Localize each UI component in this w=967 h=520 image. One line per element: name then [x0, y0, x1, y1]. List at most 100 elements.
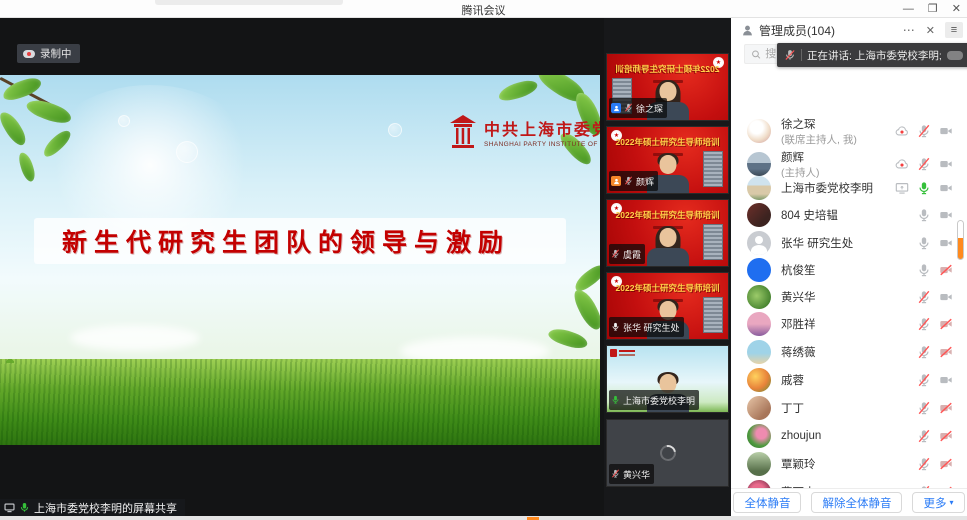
participant-row[interactable]: 邓胜祥: [731, 310, 967, 337]
video-filmstrip: ★2022年硕士研究生导师培训 徐之琛★2022年硕士研究生导师培训 颜辉★20…: [604, 18, 731, 516]
camera-off-icon[interactable]: [939, 401, 953, 415]
mic-muted-icon: [611, 465, 620, 483]
mic-muted-icon[interactable]: [917, 157, 931, 171]
participant-name: 804 史培韫: [781, 207, 917, 223]
participant-name: 覃颖玲: [781, 456, 917, 472]
mic-muted-icon[interactable]: [917, 290, 931, 304]
leaf: [547, 325, 590, 353]
video-thumbnail[interactable]: 黄兴华: [606, 419, 729, 487]
mic-icon[interactable]: [917, 236, 931, 250]
participant-row[interactable]: 黄兴华: [731, 283, 967, 310]
avatar: [747, 368, 771, 392]
camera-off-icon[interactable]: [939, 263, 953, 277]
avatar: [747, 119, 771, 143]
mic-muted-icon[interactable]: [917, 124, 931, 138]
mic-active-icon: [611, 391, 620, 409]
mic-icon[interactable]: [917, 263, 931, 277]
mic-muted-icon[interactable]: [917, 457, 931, 471]
participant-name: 张华 研究生处: [781, 235, 917, 251]
maximize-button[interactable]: ❐: [928, 0, 938, 18]
mini-school-logo: [610, 349, 636, 357]
participant-video-figure: [640, 226, 696, 266]
presentation-slide: 中共上海市委党校 SHANGHAI PARTY INSTITUTE OF CCP…: [0, 75, 600, 445]
camera-icon[interactable]: [939, 181, 953, 195]
camera-icon[interactable]: [939, 290, 953, 304]
thumbnail-name-label: 张华 研究生处: [609, 317, 684, 337]
avatar: [747, 231, 771, 255]
participant-row[interactable]: 804 史培韫: [731, 201, 967, 228]
camera-icon[interactable]: [939, 208, 953, 222]
screen-share-banner: 上海市委党校李明的屏幕共享: [0, 499, 185, 516]
thumbnail-participant-name: 虞霞: [623, 248, 641, 261]
participant-row[interactable]: 曹丽杰: [731, 478, 967, 488]
more-button[interactable]: 更多▾: [912, 492, 964, 513]
camera-icon[interactable]: [939, 157, 953, 171]
speaking-toast: 正在讲话: 上海市委党校李明;: [777, 43, 967, 67]
thumbnail-name-label: 上海市委党校李明: [609, 390, 699, 410]
unmute-all-button[interactable]: 解除全体静音: [811, 492, 902, 513]
panel-close-icon[interactable]: ✕: [926, 24, 935, 37]
participant-row[interactable]: zhoujun: [731, 422, 967, 449]
participant-name: 上海市委党校李明: [781, 180, 895, 196]
participant-row[interactable]: 丁丁: [731, 394, 967, 421]
camera-icon[interactable]: [939, 236, 953, 250]
camera-icon[interactable]: [939, 124, 953, 138]
participant-row[interactable]: 杭俊笙: [731, 256, 967, 283]
participant-row[interactable]: 覃颖玲: [731, 450, 967, 477]
window-title: 腾讯会议: [0, 2, 967, 18]
mic-muted-icon: [624, 172, 633, 190]
screen-share-stage: 录制中: [0, 18, 604, 516]
mic-muted-icon[interactable]: [917, 401, 931, 415]
cloud-shape: [70, 325, 200, 351]
video-thumbnail[interactable]: ★2022年硕士研究生导师培训 徐之琛: [606, 53, 729, 121]
mic-icon: [611, 318, 620, 336]
avatar: [747, 396, 771, 420]
mic-muted-icon: [611, 245, 620, 263]
panel-layout-icon[interactable]: ≡: [945, 22, 963, 38]
thumbnail-slide-text: 2022年硕士研究生导师培训: [609, 136, 726, 148]
mic-active-icon[interactable]: [917, 181, 931, 195]
window-bottom-edge: [0, 516, 967, 520]
slide-title-band: 新生代研究生团队的领导与激励: [34, 218, 566, 264]
participant-row[interactable]: 徐之琛(联席主持人, 我): [731, 114, 967, 148]
participant-name: 戚蓉: [781, 372, 917, 388]
recording-badge: 录制中: [17, 44, 80, 63]
mic-muted-icon[interactable]: [917, 373, 931, 387]
participant-row[interactable]: 戚蓉: [731, 366, 967, 393]
video-thumbnail[interactable]: ★2022年硕士研究生导师培训 张华 研究生处: [606, 272, 729, 340]
camera-off-icon[interactable]: [939, 457, 953, 471]
thumbnail-participant-name: 颜辉: [636, 175, 654, 188]
camera-off-icon[interactable]: [939, 317, 953, 331]
mic-muted-icon[interactable]: [917, 429, 931, 443]
camera-off-icon[interactable]: [939, 429, 953, 443]
mic-icon[interactable]: [917, 208, 931, 222]
video-thumbnail[interactable]: 上海市委党校李明: [606, 345, 729, 413]
avatar: [747, 424, 771, 448]
participant-row[interactable]: 上海市委党校李明: [731, 174, 967, 201]
participant-name: 颜辉: [781, 149, 895, 165]
scrollbar-thumb[interactable]: [957, 220, 964, 260]
participant-row[interactable]: 张华 研究生处: [731, 229, 967, 256]
tencent-meeting-window: 腾讯会议 — ❐ ✕ 录制中: [0, 0, 967, 520]
video-thumbnail[interactable]: ★2022年硕士研究生导师培训 颜辉: [606, 126, 729, 194]
minimize-button[interactable]: —: [903, 0, 914, 18]
video-thumbnail[interactable]: ★2022年硕士研究生导师培训 虞霞: [606, 199, 729, 267]
cloud-recording-icon: [895, 124, 909, 138]
mic-muted-icon[interactable]: [917, 317, 931, 331]
thumbnail-name-label: 虞霞: [609, 244, 645, 264]
camera-icon[interactable]: [939, 373, 953, 387]
participant-row[interactable]: 蒋绣薇: [731, 338, 967, 365]
member-panel-header: 管理成员(104) ⋯ ✕ ≡: [731, 18, 967, 42]
mic-muted-icon[interactable]: [917, 345, 931, 359]
close-button[interactable]: ✕: [952, 0, 961, 18]
camera-off-icon[interactable]: [939, 345, 953, 359]
leaf: [571, 262, 600, 294]
participant-name: 丁丁: [781, 400, 917, 416]
member-panel-footer: 全体静音 解除全体静音 更多▾: [731, 488, 967, 516]
panel-more-icon[interactable]: ⋯: [903, 23, 916, 37]
mute-all-button[interactable]: 全体静音: [733, 492, 801, 513]
chevron-down-icon: ▾: [949, 498, 953, 507]
thumbnail-name-label: 徐之琛: [609, 98, 667, 118]
participant-name: zhoujun: [781, 430, 917, 442]
thumbnail-participant-name: 徐之琛: [636, 102, 663, 115]
